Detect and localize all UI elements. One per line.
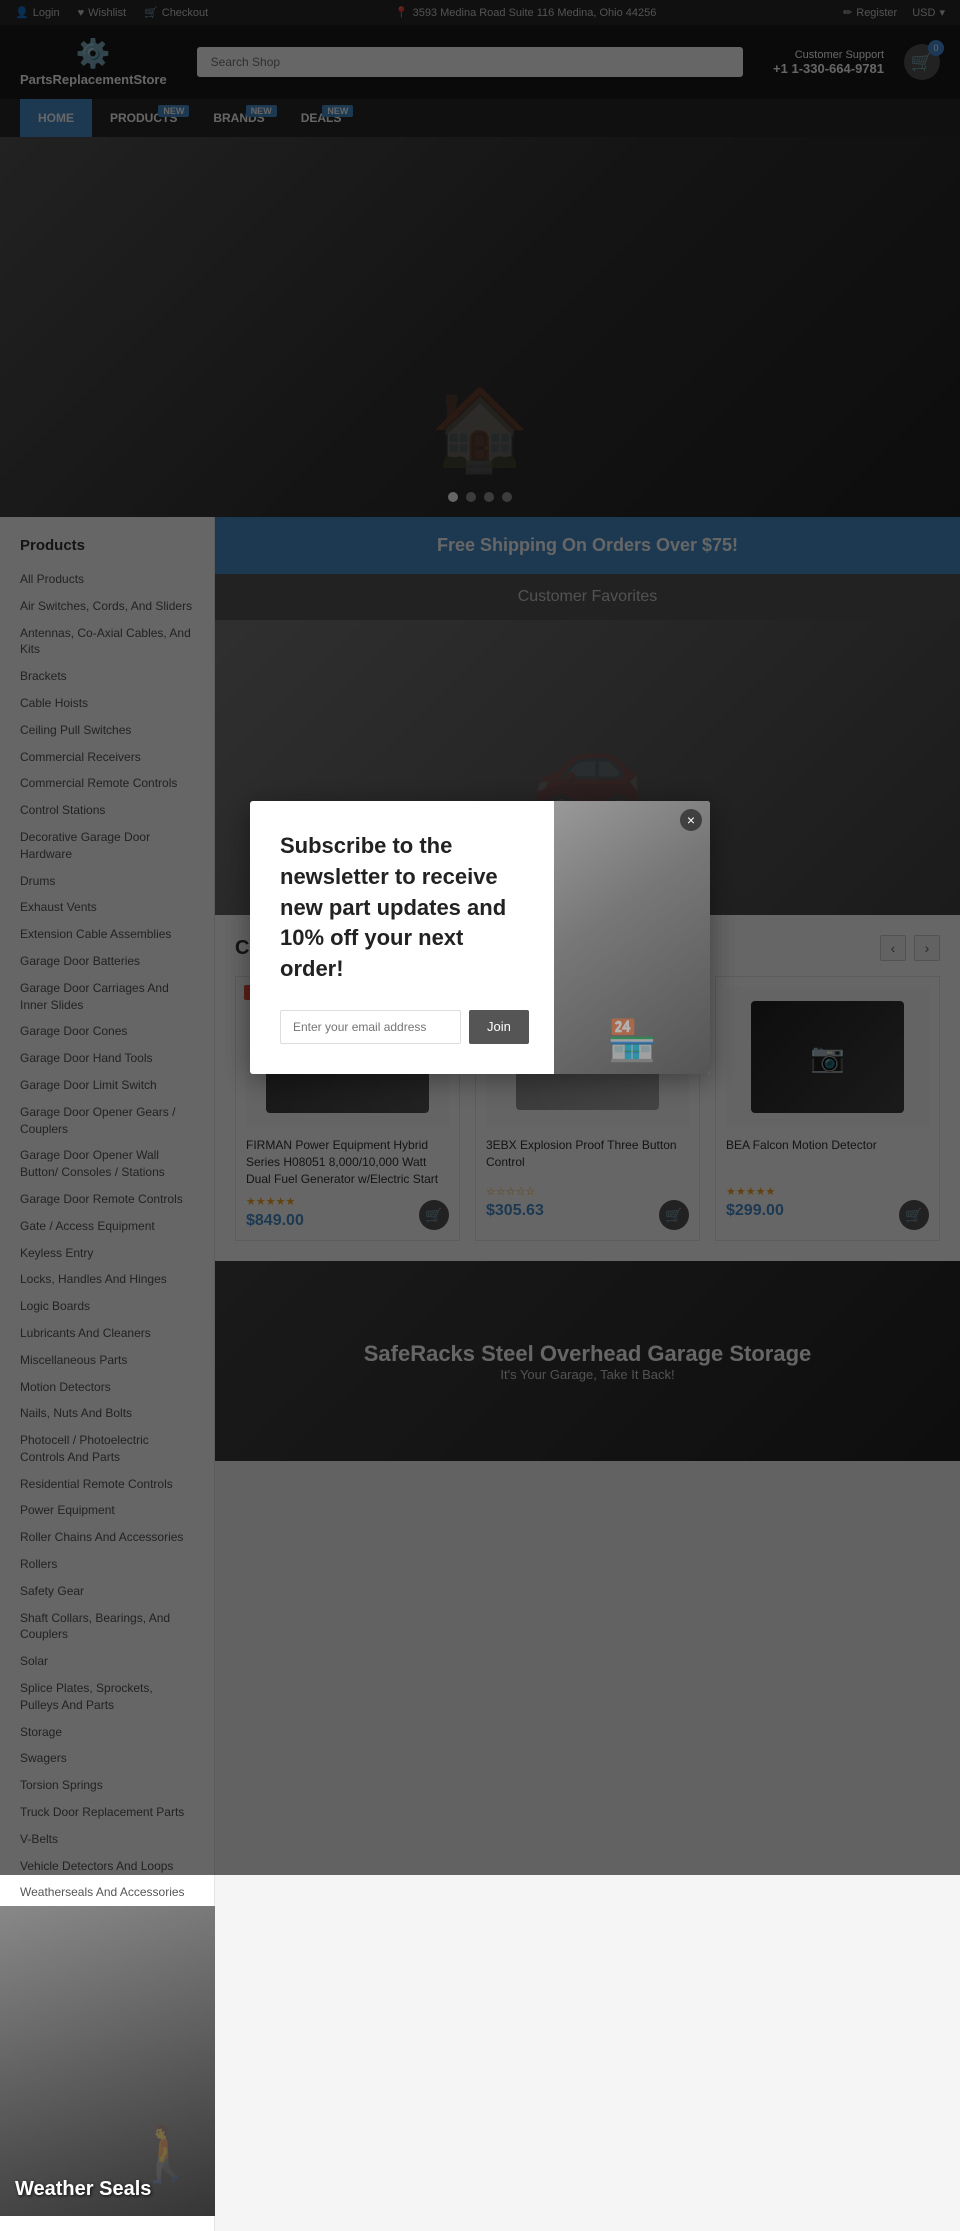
modal-content: Subscribe to the newsletter to receive n… <box>250 801 554 1074</box>
modal-overlay[interactable]: Subscribe to the newsletter to receive n… <box>0 0 960 1875</box>
modal-image: 🏪 <box>554 801 710 1074</box>
newsletter-modal: Subscribe to the newsletter to receive n… <box>250 801 710 1074</box>
modal-image-content: 🏪 <box>554 801 710 1074</box>
modal-email-input[interactable] <box>280 1010 461 1044</box>
weather-seals-label: Weather Seals <box>0 2163 166 2216</box>
modal-title: Subscribe to the newsletter to receive n… <box>280 831 529 985</box>
weather-seals-promo[interactable]: 🚶 Weather Seals <box>0 1906 215 2216</box>
modal-close-button[interactable]: × <box>680 809 702 831</box>
modal-image-decoration: 🏪 <box>607 1017 657 1064</box>
sidebar-item-weatherseals[interactable]: Weatherseals And Accessories <box>0 1879 214 1906</box>
modal-join-button[interactable]: Join <box>469 1010 529 1044</box>
modal-form: Join <box>280 1010 529 1044</box>
